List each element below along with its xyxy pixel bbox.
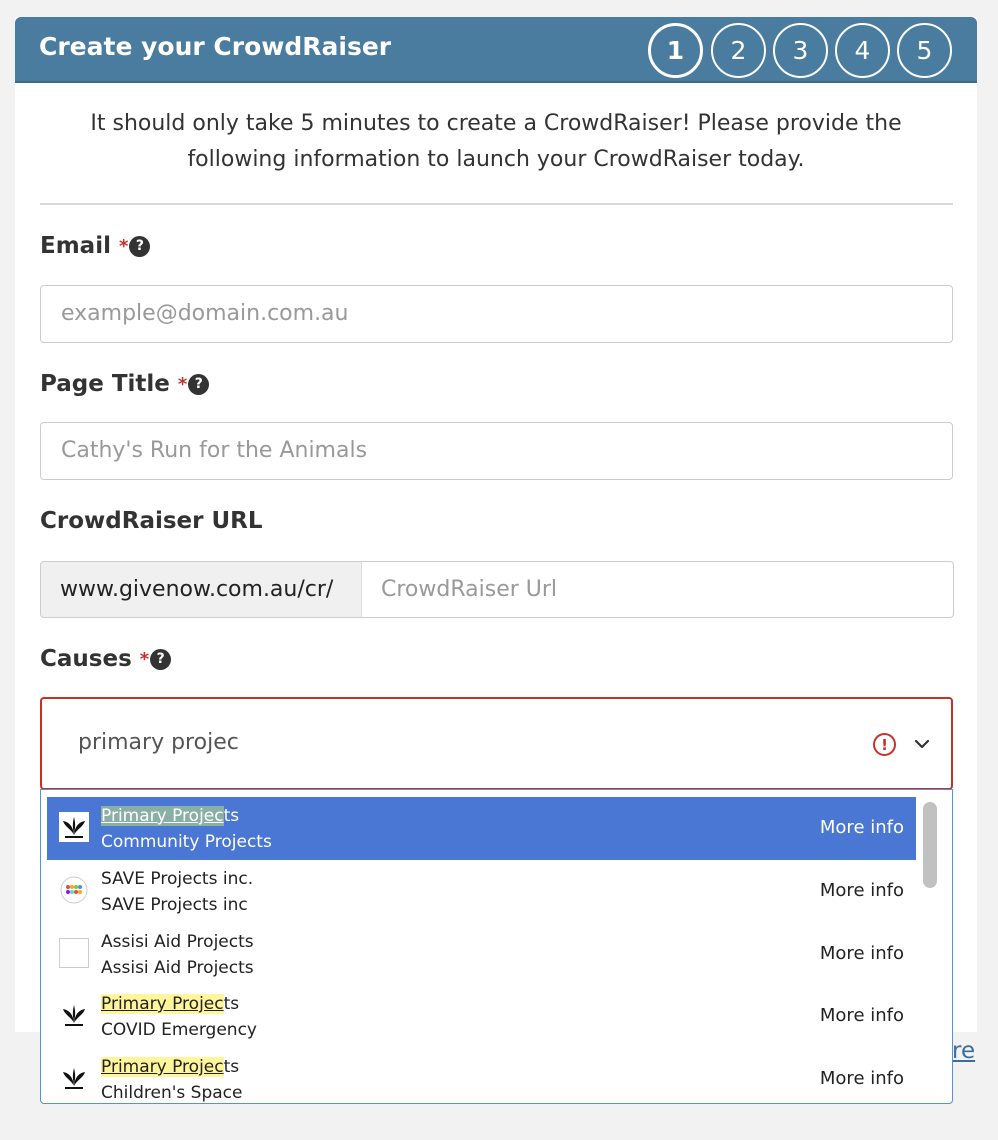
url-label-text: CrowdRaiser URL: [40, 508, 263, 534]
intro-line-2: following information to launch your Cro…: [187, 147, 805, 172]
chevron-down-icon[interactable]: [910, 732, 934, 756]
required-mark: *: [177, 373, 188, 395]
option-title: Primary Projects: [101, 804, 239, 828]
more-info-link[interactable]: More info: [820, 943, 904, 964]
email-label-text: Email: [40, 233, 111, 259]
help-icon[interactable]: ?: [150, 648, 172, 670]
dots-logo-icon: [59, 875, 89, 905]
dropdown-scrollbar[interactable]: [920, 796, 942, 1100]
email-field[interactable]: example@domain.com.au: [40, 285, 953, 343]
scrollbar-thumb[interactable]: [923, 802, 937, 888]
step-2[interactable]: 2: [711, 23, 766, 78]
leaf-logo-icon: [59, 1000, 89, 1030]
page-title-label: Page Title * ?: [40, 371, 210, 397]
option-title: Primary Projects: [101, 992, 239, 1016]
page-title: Create your CrowdRaiser: [39, 32, 392, 61]
dropdown-option[interactable]: Primary Projects COVID Emergency More in…: [47, 985, 916, 1048]
match-highlight: Primary Projec: [101, 994, 224, 1014]
more-info-link[interactable]: More info: [820, 817, 904, 838]
dropdown-option[interactable]: Assisi Aid Projects Assisi Aid Projects …: [47, 923, 916, 986]
more-info-link[interactable]: More info: [820, 1005, 904, 1026]
causes-label-text: Causes: [40, 646, 132, 672]
url-prefix: www.givenow.com.au/cr/: [40, 561, 362, 618]
option-title: SAVE Projects inc.: [101, 869, 254, 889]
causes-dropdown: Primary Projects Community Projects More…: [40, 789, 953, 1104]
step-3[interactable]: 3: [773, 23, 828, 78]
required-mark: *: [139, 648, 150, 670]
dropdown-option[interactable]: Primary Projects Children's Space More i…: [47, 1048, 916, 1103]
leaf-logo-icon: [59, 1063, 89, 1093]
option-subtitle: COVID Emergency: [101, 1020, 257, 1040]
page-title-label-text: Page Title: [40, 371, 170, 397]
url-field[interactable]: CrowdRaiser Url: [361, 561, 954, 618]
step-4[interactable]: 4: [835, 23, 890, 78]
divider: [40, 203, 953, 205]
background-link[interactable]: re: [952, 1038, 975, 1064]
form-header: Create your CrowdRaiser 1 2 3 4 5: [15, 17, 977, 83]
intro-line-1: It should only take 5 minutes to create …: [90, 111, 902, 136]
step-5[interactable]: 5: [897, 23, 952, 78]
match-highlight: Primary Projec: [101, 1057, 224, 1077]
url-label: CrowdRaiser URL: [40, 508, 263, 534]
causes-label: Causes * ?: [40, 646, 172, 672]
help-icon[interactable]: ?: [129, 235, 151, 257]
more-info-link[interactable]: More info: [820, 1068, 904, 1089]
option-title-rest: ts: [223, 806, 240, 826]
dropdown-option[interactable]: SAVE Projects inc. SAVE Projects inc Mor…: [47, 860, 916, 923]
option-title: Assisi Aid Projects: [101, 932, 254, 952]
causes-search-input[interactable]: primary projec: [78, 730, 239, 755]
option-subtitle: Assisi Aid Projects: [101, 958, 254, 978]
step-1[interactable]: 1: [648, 23, 703, 78]
intro-text: It should only take 5 minutes to create …: [40, 106, 952, 178]
option-subtitle: Children's Space: [101, 1083, 243, 1103]
leaf-logo-icon: [59, 812, 89, 842]
email-label: Email * ?: [40, 233, 151, 259]
causes-select[interactable]: primary projec !: [40, 697, 953, 790]
option-subtitle: Community Projects: [101, 832, 272, 852]
help-icon[interactable]: ?: [188, 373, 210, 395]
required-mark: *: [118, 235, 129, 257]
page-title-field[interactable]: Cathy's Run for the Animals: [40, 422, 953, 480]
blank-logo-icon: [59, 938, 89, 968]
option-subtitle: SAVE Projects inc: [101, 895, 248, 915]
option-title: Primary Projects: [101, 1055, 239, 1079]
error-icon: !: [873, 733, 896, 756]
option-title-rest: ts: [223, 1057, 240, 1077]
match-highlight: Primary Projec: [101, 806, 224, 826]
more-info-link[interactable]: More info: [820, 880, 904, 901]
option-title-rest: ts: [223, 994, 240, 1014]
dropdown-option[interactable]: Primary Projects Community Projects More…: [47, 797, 916, 860]
